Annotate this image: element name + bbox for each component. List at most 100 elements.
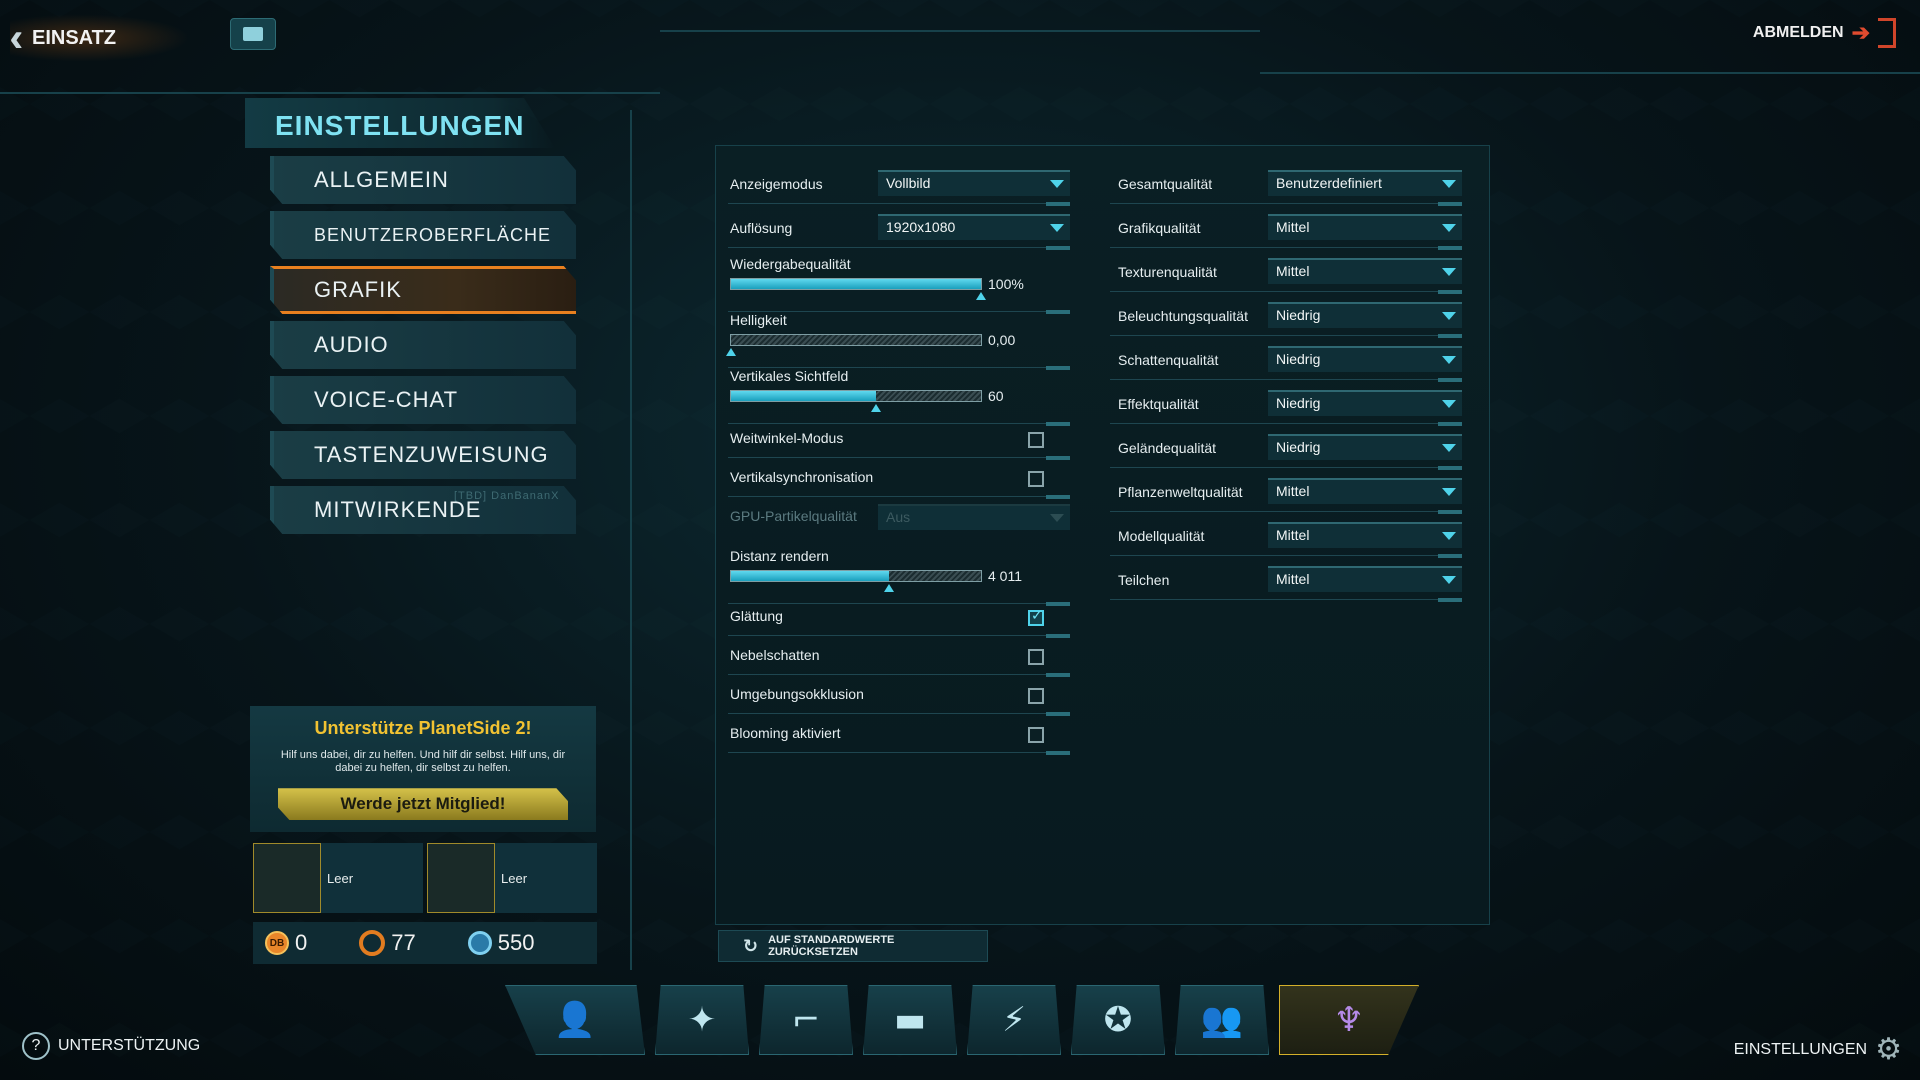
quality-dropdown[interactable]: Niedrig xyxy=(1268,434,1462,460)
quality-row: Teilchen Mittel xyxy=(1110,564,1462,602)
dropdown-arrow-icon xyxy=(1442,532,1456,540)
tab-character[interactable]: 👤 xyxy=(505,985,645,1055)
quality-value: Niedrig xyxy=(1276,307,1321,323)
join-membership-button[interactable]: Werde jetzt Mitglied! xyxy=(278,788,568,821)
row-divider xyxy=(1110,334,1462,338)
row-divider xyxy=(728,751,1070,755)
quality-dropdown[interactable]: Niedrig xyxy=(1268,302,1462,328)
slot-label: Leer xyxy=(501,870,528,886)
row-divider xyxy=(1110,554,1462,558)
nav-item-allgemein[interactable]: ALLGEMEIN xyxy=(270,156,576,204)
slider-handle[interactable] xyxy=(976,292,986,300)
display-mode-label: Anzeigemodus xyxy=(730,176,823,192)
quality-label: Pflanzenweltqualität xyxy=(1118,484,1243,500)
nav-item-grafik[interactable]: GRAFIK xyxy=(270,266,576,314)
bloom-row: Blooming aktiviert xyxy=(728,717,1070,755)
nav-item-mitwirkende[interactable]: MITWIRKENDE [TBD] DanBananX xyxy=(270,486,576,534)
render-quality-slider[interactable] xyxy=(730,278,986,300)
render-quality-value: 100% xyxy=(988,276,1024,292)
logout-button[interactable]: ABMELDEN ➔ xyxy=(1753,18,1896,48)
quality-dropdown[interactable]: Mittel xyxy=(1268,214,1462,240)
tab-vehicles[interactable]: ▬ xyxy=(863,985,957,1055)
quality-row: Effektqualität Niedrig xyxy=(1110,388,1462,426)
frame-line xyxy=(1260,72,1920,74)
resolution-dropdown[interactable]: 1920x1080 xyxy=(878,214,1070,240)
support-button[interactable]: ? UNTERSTÜTZUNG xyxy=(22,1032,200,1060)
quality-value: Mittel xyxy=(1276,483,1310,499)
ambient-occlusion-label: Umgebungsokklusion xyxy=(730,686,864,702)
quality-dropdown[interactable]: Mittel xyxy=(1268,478,1462,504)
quality-dropdown[interactable]: Mittel xyxy=(1268,258,1462,284)
display-mode-row: Anzeigemodus Vollbild xyxy=(728,168,1070,206)
bloom-label: Blooming aktiviert xyxy=(730,725,841,741)
row-divider xyxy=(728,673,1070,677)
quality-row: Gesamtqualität Benutzerdefiniert xyxy=(1110,168,1462,206)
fog-shadows-checkbox[interactable] xyxy=(1028,649,1044,665)
faction-vanu-icon: ♆ xyxy=(1333,1000,1365,1040)
smoothing-checkbox[interactable] xyxy=(1028,608,1044,626)
nav-item-tastenzuweisung[interactable]: TASTENZUWEISUNG xyxy=(270,431,576,479)
fov-label: Vertikales Sichtfeld xyxy=(730,368,849,384)
quality-label: Geländequalität xyxy=(1118,440,1217,456)
dropdown-arrow-icon xyxy=(1442,224,1456,232)
chat-button[interactable] xyxy=(230,18,276,50)
quality-dropdown[interactable]: Niedrig xyxy=(1268,346,1462,372)
asp-points: 550 xyxy=(467,930,534,956)
certs-value: 77 xyxy=(391,930,416,955)
render-distance-slider[interactable] xyxy=(730,570,982,592)
nav-item-audio[interactable]: AUDIO xyxy=(270,321,576,369)
quality-dropdown[interactable]: Benutzerdefiniert xyxy=(1268,170,1462,196)
back-button[interactable]: ‹‹ EINSATZ xyxy=(10,14,190,62)
brightness-slider[interactable] xyxy=(726,334,982,356)
render-quality-label: Wiedergabequalität xyxy=(730,256,851,272)
quality-dropdown[interactable]: Niedrig xyxy=(1268,390,1462,416)
slider-handle[interactable] xyxy=(871,404,881,412)
bloom-checkbox[interactable] xyxy=(1028,727,1044,743)
promo-text: Hilf uns dabei, dir zu helfen. Und hilf … xyxy=(280,749,566,774)
ambient-occlusion-checkbox[interactable] xyxy=(1028,688,1044,704)
quality-dropdown[interactable]: Mittel xyxy=(1268,566,1462,592)
tab-map[interactable]: ✦ xyxy=(655,985,749,1055)
support-label: UNTERSTÜTZUNG xyxy=(58,1037,201,1054)
tab-faction[interactable]: ♆ xyxy=(1279,985,1419,1055)
tab-social[interactable]: 👥 xyxy=(1175,985,1269,1055)
arrow-right-icon: ➔ xyxy=(1851,20,1870,45)
slider-handle[interactable] xyxy=(883,584,894,592)
certs: 77 xyxy=(359,930,416,956)
row-divider xyxy=(728,456,1070,460)
frame-line xyxy=(0,92,660,94)
daybreak-cash: DB 0 xyxy=(265,930,307,956)
nav-item-label: TASTENZUWEISUNG xyxy=(314,442,549,467)
reset-defaults-button[interactable]: ↻ AUF STANDARDWERTE ZURÜCKSETZEN xyxy=(718,930,988,962)
tab-weapons[interactable]: ⌐ xyxy=(759,985,853,1055)
quality-value: Mittel xyxy=(1276,263,1310,279)
quality-dropdown[interactable]: Mittel xyxy=(1268,522,1462,548)
row-divider xyxy=(1110,598,1462,602)
wide-angle-checkbox[interactable] xyxy=(1028,432,1044,448)
quality-row: Grafikqualität Mittel xyxy=(1110,212,1462,250)
nav-item-benutzeroberflaeche[interactable]: BENUTZEROBERFLÄCHE xyxy=(270,211,576,259)
vsync-checkbox[interactable] xyxy=(1028,471,1044,487)
quality-label: Beleuchtungsqualität xyxy=(1118,308,1248,324)
brightness-value: 0,00 xyxy=(988,332,1016,348)
empty-slot[interactable]: Leer xyxy=(253,843,423,913)
tab-achievements[interactable]: ✪ xyxy=(1071,985,1165,1055)
fov-slider[interactable] xyxy=(730,390,982,412)
tab-implants[interactable]: ⚡ xyxy=(967,985,1061,1055)
row-divider xyxy=(1110,422,1462,426)
ghost-tooltip-text: [TBD] DanBananX xyxy=(454,490,560,502)
nav-item-voice-chat[interactable]: VOICE-CHAT xyxy=(270,376,576,424)
settings-label: EINSTELLUNGEN xyxy=(1733,1040,1868,1058)
display-mode-dropdown[interactable]: Vollbild xyxy=(878,170,1070,196)
quality-label: Schattenqualität xyxy=(1118,352,1219,368)
settings-button[interactable]: EINSTELLUNGEN ⚙ xyxy=(1734,1032,1902,1067)
resolution-label: Auflösung xyxy=(730,220,793,236)
render-quality-row: Wiedergabequalität 100% xyxy=(728,256,1070,314)
quality-label: Grafikqualität xyxy=(1118,220,1201,236)
slider-handle[interactable] xyxy=(726,348,736,356)
question-icon: ? xyxy=(22,1032,50,1060)
nav-item-label: ALLGEMEIN xyxy=(314,167,449,192)
empty-slot[interactable]: Leer xyxy=(427,843,597,913)
logout-label: ABMELDEN xyxy=(1752,24,1844,41)
reset-arrow-icon: ↻ xyxy=(743,935,759,957)
